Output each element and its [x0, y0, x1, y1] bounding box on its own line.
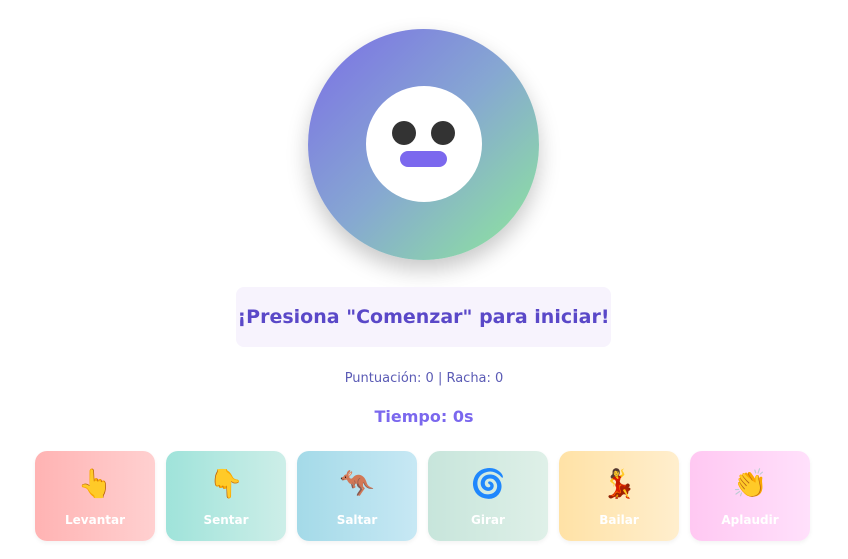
- clapping-hands-icon: 👏: [732, 467, 768, 500]
- pointing-up-icon: 👆: [77, 467, 113, 500]
- instruction-box: ¡Presiona "Comenzar" para iniciar!: [236, 287, 611, 347]
- saltar-button[interactable]: 🦘 Saltar: [297, 451, 417, 541]
- levantar-button[interactable]: 👆 Levantar: [35, 451, 155, 541]
- cyclone-icon: 🌀: [470, 467, 506, 500]
- pointing-down-icon: 👇: [208, 467, 244, 500]
- left-eye: [392, 121, 416, 145]
- timer-display: Tiempo: 0s: [374, 407, 474, 426]
- character-face: [366, 86, 482, 202]
- action-label: Sentar: [203, 513, 249, 527]
- right-eye: [431, 121, 455, 145]
- action-buttons: 👆 Levantar 👇 Sentar 🦘 Saltar 🌀 Girar 💃 B…: [35, 451, 810, 541]
- aplaudir-button[interactable]: 👏 Aplaudir: [690, 451, 810, 541]
- dancer-icon: 💃: [601, 467, 637, 500]
- action-label: Girar: [471, 513, 505, 527]
- action-label: Bailar: [599, 513, 639, 527]
- mouth: [400, 151, 447, 167]
- kangaroo-icon: 🦘: [339, 467, 375, 500]
- action-label: Levantar: [65, 513, 125, 527]
- action-label: Saltar: [336, 513, 378, 527]
- character-avatar: [308, 29, 539, 260]
- score-display: Puntuación: 0 | Racha: 0: [344, 371, 504, 386]
- action-label: Aplaudir: [721, 513, 779, 527]
- instruction-message: ¡Presiona "Comenzar" para iniciar!: [237, 306, 610, 328]
- bailar-button[interactable]: 💃 Bailar: [559, 451, 679, 541]
- sentar-button[interactable]: 👇 Sentar: [166, 451, 286, 541]
- girar-button[interactable]: 🌀 Girar: [428, 451, 548, 541]
